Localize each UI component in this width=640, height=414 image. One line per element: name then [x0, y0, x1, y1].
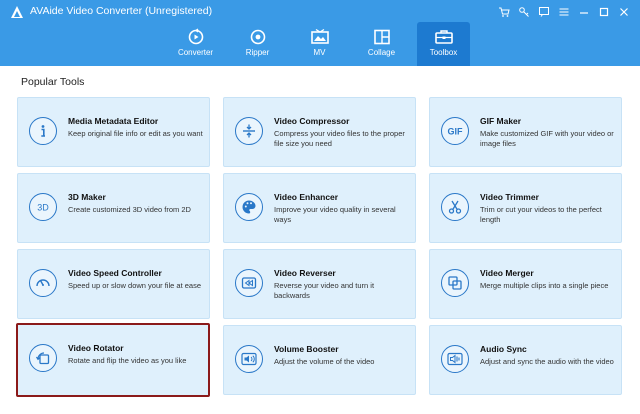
- tool-audio-sync[interactable]: Audio Sync Adjust and sync the audio wit…: [429, 325, 622, 395]
- tab-mv[interactable]: MV: [293, 22, 346, 66]
- gif-icon: GIF: [441, 117, 469, 145]
- tool-description: Trim or cut your videos to the perfect l…: [480, 205, 602, 224]
- audio-sync-icon: [441, 345, 469, 373]
- toolbox-icon: [434, 28, 454, 46]
- tool-video-reverser[interactable]: Video Reverser Reverse your video and tu…: [223, 249, 416, 319]
- tab-label: MV: [313, 48, 326, 57]
- svg-text:GIF: GIF: [448, 127, 464, 137]
- tool-video-enhancer[interactable]: Video Enhancer Improve your video qualit…: [223, 173, 416, 243]
- speedometer-icon: [29, 269, 57, 297]
- tool-title: Audio Sync: [480, 344, 527, 354]
- tools-grid: Media Metadata Editor Keep original file…: [0, 66, 640, 414]
- tool-video-speed-controller[interactable]: Video Speed Controller Speed up or slow …: [17, 249, 210, 319]
- tool-description: Adjust and sync the audio with the video: [480, 357, 614, 366]
- tool-description: Compress your video files to the proper …: [274, 129, 405, 148]
- close-icon[interactable]: [616, 4, 632, 20]
- rotate-icon: [29, 344, 57, 372]
- feedback-icon[interactable]: [536, 4, 552, 20]
- tool-title: Volume Booster: [274, 344, 339, 354]
- tool-media-metadata-editor[interactable]: Media Metadata Editor Keep original file…: [17, 97, 210, 167]
- minimize-icon[interactable]: [576, 4, 592, 20]
- toolbox-panel: Popular Tools Media Metadata Editor Keep…: [0, 66, 640, 414]
- tool-video-trimmer[interactable]: Video Trimmer Trim or cut your videos to…: [429, 173, 622, 243]
- tool-title: Video Rotator: [68, 343, 124, 353]
- tab-ripper[interactable]: Ripper: [231, 22, 284, 66]
- app-window: AVAide Video Converter (Unregistered) Co…: [0, 0, 640, 414]
- mv-icon: [310, 28, 330, 46]
- compress-icon: [235, 117, 263, 145]
- tool-title: Video Reverser: [274, 268, 336, 278]
- app-logo-icon: [11, 6, 23, 18]
- tab-label: Ripper: [245, 48, 270, 57]
- tool-title: Video Merger: [480, 268, 534, 278]
- main-nav: Converter Ripper MV Collage Toolbox: [169, 22, 470, 66]
- tab-collage[interactable]: Collage: [355, 22, 408, 66]
- tool-description: Create customized 3D video from 2D: [68, 205, 191, 214]
- tool-title: Video Enhancer: [274, 192, 339, 202]
- svg-text:3D: 3D: [37, 203, 49, 213]
- tool-title: 3D Maker: [68, 192, 106, 202]
- menu-icon[interactable]: [556, 4, 572, 20]
- collage-icon: [372, 28, 392, 46]
- maximize-icon[interactable]: [596, 4, 612, 20]
- 3d-icon: 3D: [29, 193, 57, 221]
- header: AVAide Video Converter (Unregistered) Co…: [0, 0, 640, 66]
- window-controls: [496, 4, 632, 20]
- tool-gif-maker[interactable]: GIF GIF Maker Make customized GIF with y…: [429, 97, 622, 167]
- rewind-icon: [235, 269, 263, 297]
- volume-icon: [235, 345, 263, 373]
- tool-title: Video Compressor: [274, 116, 350, 126]
- tab-label: Converter: [177, 48, 214, 57]
- tool-title: Video Trimmer: [480, 192, 539, 202]
- palette-icon: [235, 193, 263, 221]
- tab-label: Toolbox: [429, 48, 458, 57]
- tool-title: Media Metadata Editor: [68, 116, 159, 126]
- tool-description: Improve your video quality in several wa…: [274, 205, 396, 224]
- window-title: AVAide Video Converter (Unregistered): [30, 5, 213, 17]
- tool-description: Speed up or slow down your file at ease: [68, 281, 201, 290]
- tool-description: Merge multiple clips into a single piece: [480, 281, 609, 290]
- tool-description: Keep original file info or edit as you w…: [68, 129, 203, 138]
- tool-description: Rotate and flip the video as you like: [68, 356, 187, 365]
- info-icon: [29, 117, 57, 145]
- tool-description: Adjust the volume of the video: [274, 357, 375, 366]
- tool-3d-maker[interactable]: 3D 3D Maker Create customized 3D video f…: [17, 173, 210, 243]
- tool-video-rotator[interactable]: Video Rotator Rotate and flip the video …: [16, 323, 210, 397]
- tab-converter[interactable]: Converter: [169, 22, 222, 66]
- cart-icon[interactable]: [496, 4, 512, 20]
- tool-video-merger[interactable]: Video Merger Merge multiple clips into a…: [429, 249, 622, 319]
- tool-video-compressor[interactable]: Video Compressor Compress your video fil…: [223, 97, 416, 167]
- converter-icon: [186, 28, 206, 46]
- title-bar: AVAide Video Converter (Unregistered): [0, 0, 640, 24]
- scissors-icon: [441, 193, 469, 221]
- tool-description: Reverse your video and turn it backwards: [274, 281, 375, 300]
- ripper-icon: [248, 28, 268, 46]
- merge-icon: [441, 269, 469, 297]
- tab-toolbox[interactable]: Toolbox: [417, 22, 470, 66]
- tab-label: Collage: [367, 48, 396, 57]
- tool-description: Make customized GIF with your video or i…: [480, 129, 614, 148]
- tool-title: Video Speed Controller: [68, 268, 162, 278]
- tool-title: GIF Maker: [480, 116, 522, 126]
- tool-volume-booster[interactable]: Volume Booster Adjust the volume of the …: [223, 325, 416, 395]
- key-icon[interactable]: [516, 4, 532, 20]
